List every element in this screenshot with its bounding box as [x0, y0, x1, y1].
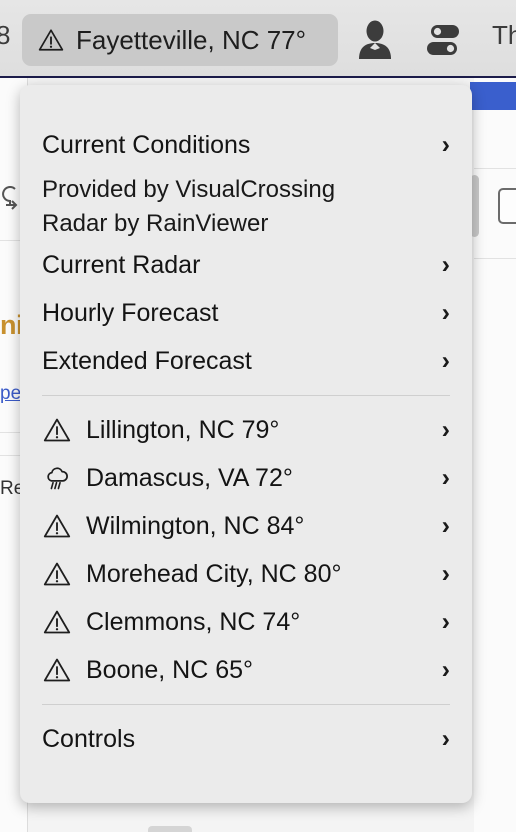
chevron-right-icon: ›: [441, 130, 450, 159]
warning-triangle-icon: [42, 559, 72, 589]
menu-item-location[interactable]: Boone, NC 65° ›: [20, 646, 472, 694]
menu-item-location[interactable]: Wilmington, NC 84° ›: [20, 502, 472, 550]
bottom-handle[interactable]: [148, 826, 192, 832]
toolbar-partial-right-text: Th: [492, 20, 516, 50]
menu-item-label: Controls: [42, 724, 136, 753]
warning-triangle-icon: [42, 607, 72, 637]
current-location-button[interactable]: Fayetteville, NC 77°: [22, 14, 338, 66]
location-label: Damascus, VA 72°: [86, 463, 293, 492]
chevron-right-icon: ›: [441, 463, 450, 492]
person-icon[interactable]: [352, 17, 398, 63]
menu-item-location[interactable]: Lillington, NC 79° ›: [20, 406, 472, 454]
blue-header-bar: [470, 82, 516, 110]
chevron-right-icon: ›: [441, 250, 450, 279]
menu-item-current-radar[interactable]: Current Radar ›: [20, 241, 472, 289]
warning-triangle-icon: [42, 655, 72, 685]
current-location-label: Fayetteville, NC 77°: [76, 24, 307, 55]
warning-triangle-icon: [42, 511, 72, 541]
toolbar-partial-left-text: 8: [0, 20, 11, 50]
background-link[interactable]: pe: [0, 383, 21, 405]
location-label: Boone, NC 65°: [86, 655, 254, 684]
menu-item-location[interactable]: Damascus, VA 72° ›: [20, 454, 472, 502]
screen: ni pe Re 8 Fayetteville, NC 77° Th Curre…: [0, 0, 516, 832]
menu-item-controls[interactable]: Controls ›: [20, 715, 472, 763]
location-label: Morehead City, NC 80°: [86, 559, 342, 588]
location-label: Lillington, NC 79°: [86, 415, 280, 444]
location-label: Clemmons, NC 74°: [86, 607, 301, 636]
rain-cloud-icon: [42, 463, 72, 493]
background-rule: [474, 168, 516, 169]
chevron-right-icon: ›: [441, 607, 450, 636]
menu-divider: [42, 395, 450, 396]
provider-credits: Provided by VisualCrossing Radar by Rain…: [20, 173, 472, 241]
menu-item-label: Current Radar: [42, 250, 201, 279]
menu-item-current-conditions[interactable]: Current Conditions ›: [20, 121, 472, 169]
top-toolbar: 8 Fayetteville, NC 77° Th: [0, 0, 516, 78]
background-rule: [474, 258, 516, 259]
provider-line: Radar by RainViewer: [42, 210, 269, 237]
warning-triangle-icon: [38, 27, 64, 53]
menu-item-location[interactable]: Clemmons, NC 74° ›: [20, 598, 472, 646]
warning-triangle-icon: [42, 415, 72, 445]
sliders-toggle-icon[interactable]: [422, 17, 468, 63]
chevron-right-icon: ›: [441, 298, 450, 327]
menu-top-spacer: [20, 85, 472, 121]
weather-dropdown-menu: Current Conditions › Provided by VisualC…: [20, 85, 472, 803]
menu-item-extended-forecast[interactable]: Extended Forecast ›: [20, 337, 472, 385]
menu-item-label: Current Conditions: [42, 130, 251, 159]
menu-divider: [42, 704, 450, 705]
menu-item-label: Hourly Forecast: [42, 298, 219, 327]
provider-line: Provided by VisualCrossing: [42, 176, 336, 203]
chevron-right-icon: ›: [441, 655, 450, 684]
chevron-right-icon: ›: [441, 511, 450, 540]
chevron-right-icon: ›: [441, 415, 450, 444]
chevron-right-icon: ›: [441, 724, 450, 753]
menu-item-label: Extended Forecast: [42, 346, 252, 375]
background-button[interactable]: [498, 188, 516, 224]
location-label: Wilmington, NC 84°: [86, 511, 305, 540]
chevron-right-icon: ›: [441, 346, 450, 375]
menu-item-hourly-forecast[interactable]: Hourly Forecast ›: [20, 289, 472, 337]
chevron-right-icon: ›: [441, 559, 450, 588]
menu-item-location[interactable]: Morehead City, NC 80° ›: [20, 550, 472, 598]
